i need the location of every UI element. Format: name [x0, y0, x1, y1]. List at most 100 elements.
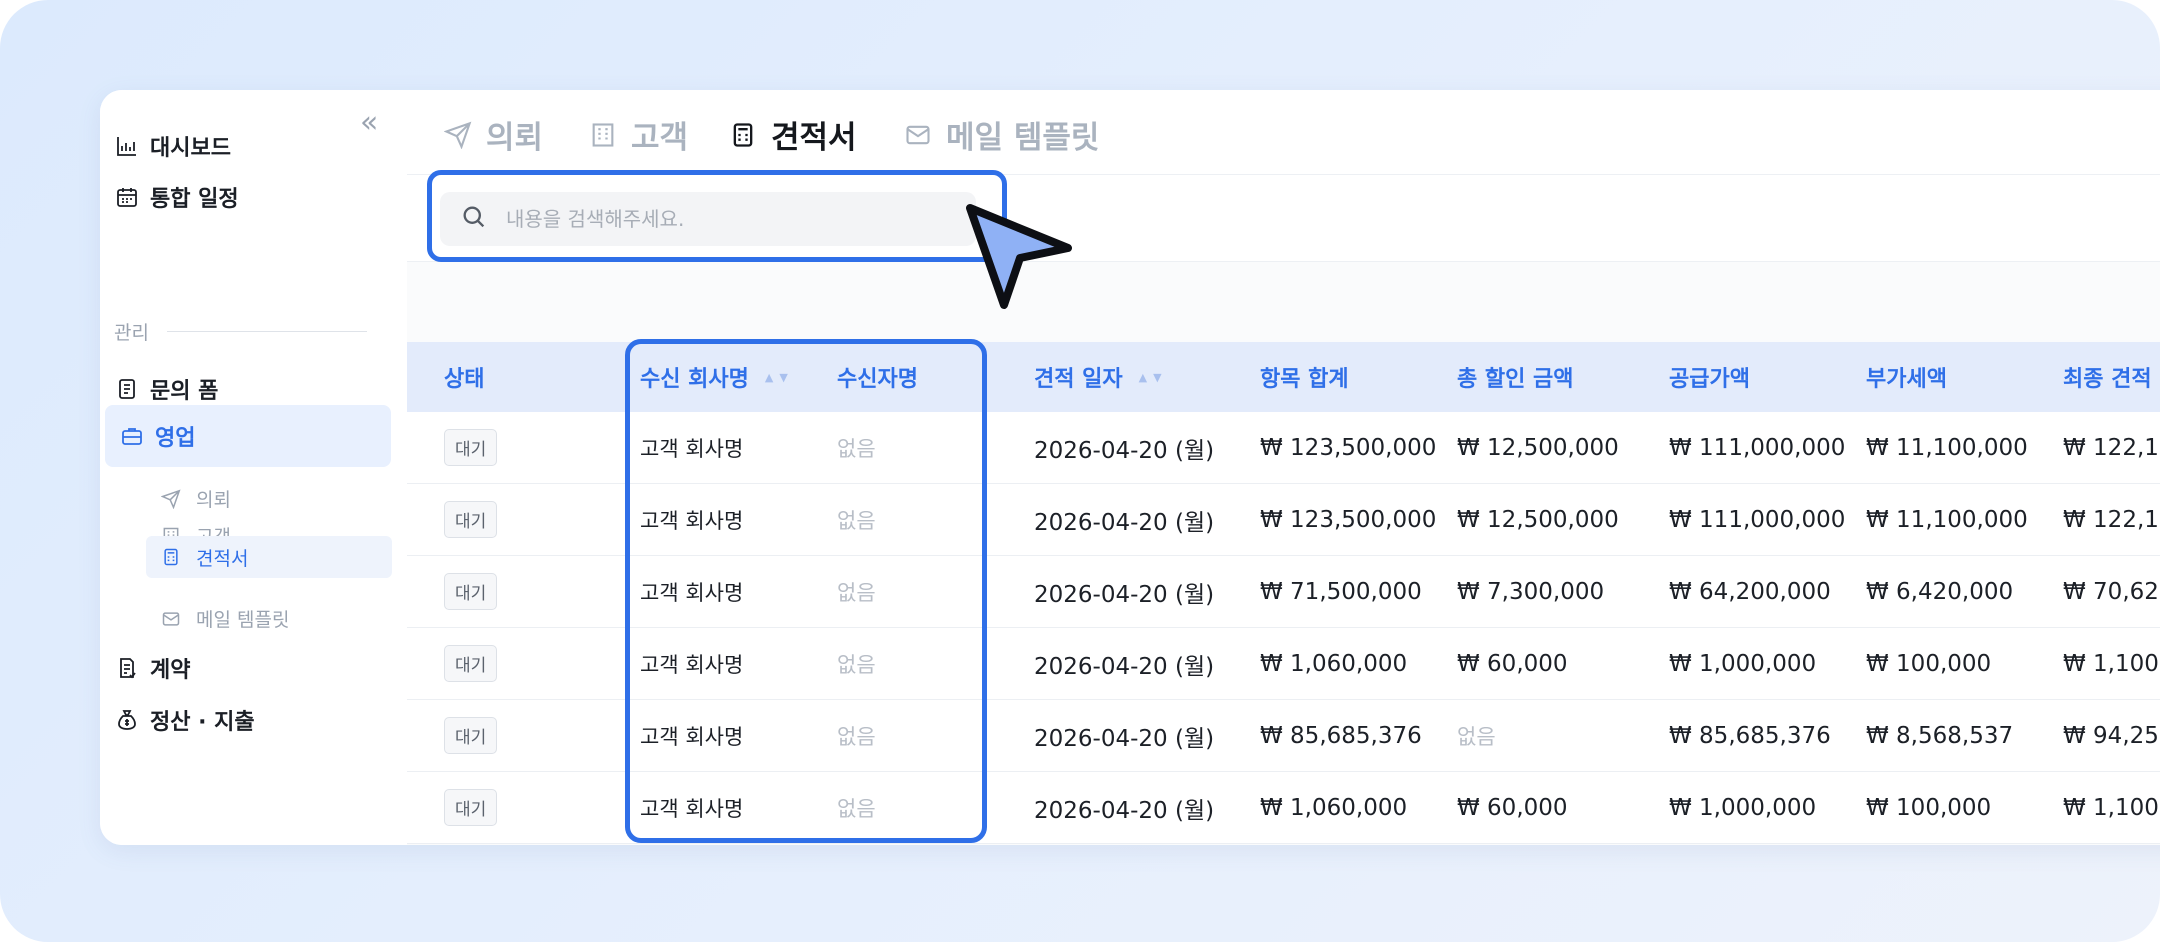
sidebar-item-label: 계약: [150, 658, 191, 683]
form-icon: [114, 376, 140, 402]
cell-date: 2026-04-20 (월): [1034, 581, 1215, 608]
building-icon: [587, 119, 619, 151]
status-badge: 대기: [444, 645, 498, 682]
sidebar-subitem-label: 의뢰: [196, 489, 231, 511]
sidebar-subitem-request[interactable]: 의뢰: [160, 485, 231, 512]
sidebar-item-label: 대시보드: [150, 136, 231, 161]
cell-status: 대기: [444, 484, 498, 555]
cell-vat: ₩ 100,000: [1866, 650, 1992, 677]
cell-supply: ₩ 85,685,376: [1669, 722, 1831, 749]
collapse-sidebar-button[interactable]: «: [360, 108, 378, 138]
send-icon: [160, 488, 182, 510]
cell-items-total: ₩ 85,685,376: [1260, 722, 1422, 749]
search-highlight-frame: [427, 170, 1007, 262]
cell-discount: ₩ 60,000: [1457, 794, 1568, 821]
background: « 대시보드 통합 일정 관리 문의 폼 영업 의뢰 견적서 메일 템플릿 계약…: [0, 0, 2160, 942]
sidebar-item-label: 영업: [155, 426, 196, 451]
columns-highlight-frame: [625, 339, 987, 843]
sidebar-item-sales[interactable]: 영업: [105, 405, 391, 467]
section-manage: 관리: [114, 318, 367, 345]
column-header-final[interactable]: 최종 견적: [2063, 342, 2152, 412]
cell-date: 2026-04-20 (월): [1034, 653, 1215, 680]
cell-vat: ₩ 6,420,000: [1866, 578, 2014, 605]
cell-supply: ₩ 111,000,000: [1669, 506, 1846, 533]
chart-icon: [114, 133, 140, 159]
sidebar-item-label: 정산 · 지출: [150, 710, 255, 735]
cell-status: 대기: [444, 628, 498, 699]
cell-date: 2026-04-20 (월): [1034, 437, 1215, 464]
cell-final: ₩ 1,100,0: [2063, 650, 2160, 677]
cell-items-total: ₩ 1,060,000: [1260, 794, 1408, 821]
cell-discount: ₩ 12,500,000: [1457, 434, 1619, 461]
cell-final: ₩ 122,10: [2063, 434, 2160, 461]
sidebar-subitem-mail-template[interactable]: 메일 템플릿: [160, 605, 289, 632]
calculator-icon: [160, 546, 182, 568]
cell-final: ₩ 94,25: [2063, 722, 2159, 749]
sidebar-item-settlement[interactable]: 정산 · 지출: [114, 704, 255, 736]
cell-status: 대기: [444, 556, 498, 627]
cell-discount: ₩ 7,300,000: [1457, 578, 1605, 605]
cell-status: 대기: [444, 772, 498, 843]
tab-label: 메일 템플릿: [946, 120, 1100, 156]
sidebar: « 대시보드 통합 일정 관리 문의 폼 영업 의뢰 견적서 메일 템플릿 계약…: [100, 90, 407, 845]
tab-mail-template[interactable]: 메일 템플릿: [902, 112, 1099, 157]
tab-customer[interactable]: 고객: [587, 112, 688, 157]
cell-supply: ₩ 64,200,000: [1669, 578, 1831, 605]
tab-request[interactable]: 의뢰: [442, 112, 543, 157]
cell-status: 대기: [444, 700, 498, 771]
cell-discount: 없음: [1457, 724, 1496, 749]
cell-status: 대기: [444, 412, 498, 483]
briefcase-icon: [119, 423, 145, 449]
sidebar-subitem-label: 견적서: [196, 547, 249, 570]
status-badge: 대기: [444, 501, 498, 538]
cell-vat: ₩ 8,568,537: [1866, 722, 2014, 749]
money-bag-icon: [114, 707, 140, 733]
status-badge: 대기: [444, 573, 498, 610]
cell-items-total: ₩ 1,060,000: [1260, 650, 1408, 677]
cell-discount: ₩ 60,000: [1457, 650, 1568, 677]
cell-items-total: ₩ 71,500,000: [1260, 578, 1422, 605]
cell-date: 2026-04-20 (월): [1034, 725, 1215, 752]
column-header-vat[interactable]: 부가세액: [1866, 342, 1947, 412]
sidebar-item-contract[interactable]: 계약: [114, 652, 190, 684]
pointer-cursor-icon: [960, 200, 1075, 319]
tab-quote[interactable]: 견적서: [727, 112, 857, 157]
cell-supply: ₩ 111,000,000: [1669, 434, 1846, 461]
cell-supply: ₩ 1,000,000: [1669, 650, 1817, 677]
calendar-icon: [114, 184, 140, 210]
cell-final: ₩ 1,100,0: [2063, 794, 2160, 821]
tab-label: 의뢰: [486, 120, 544, 156]
tab-label: 고객: [631, 120, 689, 156]
status-badge: 대기: [444, 717, 498, 754]
cell-vat: ₩ 11,100,000: [1866, 434, 2028, 461]
sidebar-subitem-quote[interactable]: 견적서: [146, 536, 392, 578]
sidebar-subitem-label: 메일 템플릿: [196, 609, 290, 631]
sort-icon[interactable]: ▲▼: [1139, 371, 1168, 384]
cell-vat: ₩ 11,100,000: [1866, 506, 2028, 533]
contract-icon: [114, 655, 140, 681]
sidebar-item-schedule[interactable]: 통합 일정: [114, 181, 239, 213]
cell-supply: ₩ 1,000,000: [1669, 794, 1817, 821]
column-header-date[interactable]: 견적 일자 ▲▼: [1034, 342, 1168, 412]
app-window: « 대시보드 통합 일정 관리 문의 폼 영업 의뢰 견적서 메일 템플릿 계약…: [100, 90, 2160, 845]
section-label: 관리: [114, 322, 149, 344]
column-header-status[interactable]: 상태: [444, 342, 484, 412]
sidebar-item-label: 통합 일정: [150, 187, 239, 212]
column-header-supply[interactable]: 공급가액: [1669, 342, 1750, 412]
cell-date: 2026-04-20 (월): [1034, 509, 1215, 536]
cell-date: 2026-04-20 (월): [1034, 797, 1215, 824]
cell-discount: ₩ 12,500,000: [1457, 506, 1619, 533]
section-divider: [166, 331, 367, 332]
sidebar-item-inquiry-form[interactable]: 문의 폼: [114, 373, 218, 405]
calculator-icon: [727, 119, 759, 151]
mail-icon: [160, 608, 182, 630]
sidebar-item-dashboard[interactable]: 대시보드: [114, 130, 231, 162]
column-header-discount[interactable]: 총 할인 금액: [1457, 342, 1574, 412]
cell-items-total: ₩ 123,500,000: [1260, 434, 1437, 461]
tab-bar: 의뢰 고객 견적서 메일 템플릿: [407, 90, 2160, 175]
sidebar-item-label: 문의 폼: [150, 379, 219, 404]
mail-icon: [902, 119, 934, 151]
column-header-items-total[interactable]: 항목 합계: [1260, 342, 1349, 412]
cell-final: ₩ 70,62: [2063, 578, 2159, 605]
status-badge: 대기: [444, 429, 498, 466]
